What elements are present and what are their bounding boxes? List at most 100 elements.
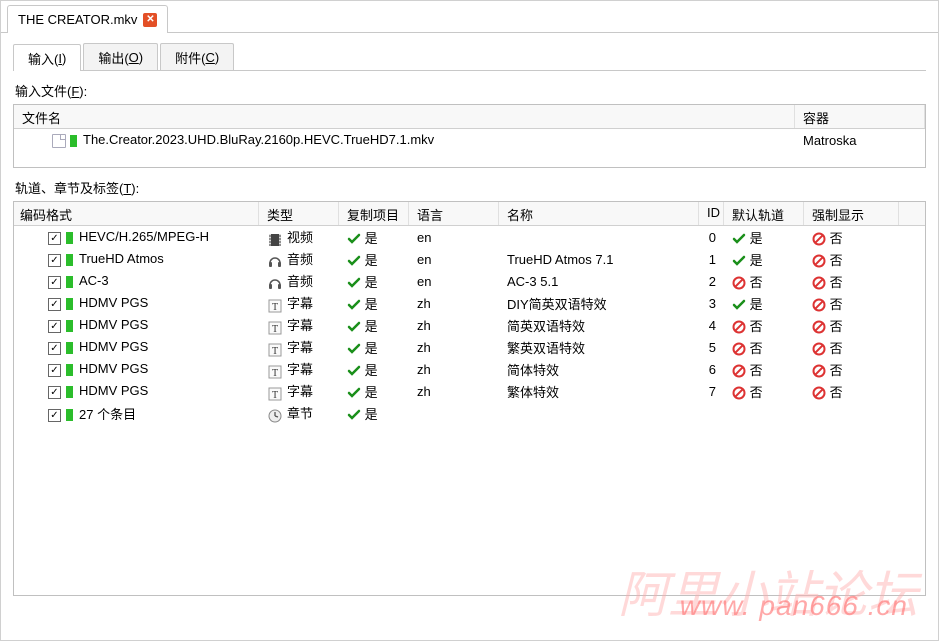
close-icon[interactable]: ✕ [143,13,157,27]
track-name: 繁英双语特效 [499,337,699,358]
track-type: 音频 [287,274,313,289]
no-icon [812,298,826,312]
track-forced: 否 [804,381,899,402]
track-row[interactable]: ✓HEVC/H.265/MPEG-H视频 是en0 是 否 [14,226,925,248]
col-force[interactable]: 强制显示 [804,202,899,225]
color-indicator [66,298,73,310]
track-name [499,236,699,238]
track-row[interactable]: ✓HDMV PGS字幕 是zh繁体特效7 否 否 [14,380,925,402]
input-files-grid-header: 文件名 容器 [14,105,925,129]
tab-output[interactable]: 输出(O) [83,43,158,70]
track-codec: HDMV PGS [79,317,148,332]
check-icon [732,299,746,311]
file-tab-title: THE CREATOR.mkv [18,12,137,27]
subtitle-icon [268,365,282,379]
check-icon [347,387,361,399]
color-indicator [66,276,73,288]
no-icon [812,276,826,290]
track-row[interactable]: ✓HDMV PGS字幕 是zh简体特效6 否 否 [14,358,925,380]
track-id: 7 [699,383,724,400]
track-type: 视频 [287,230,313,245]
track-id: 2 [699,273,724,290]
no-icon [732,386,746,400]
subtitle-icon [268,299,282,313]
check-icon [347,343,361,355]
track-lang: en [409,273,499,290]
track-forced: 否 [804,249,899,270]
track-lang [409,412,499,414]
tab-input[interactable]: 输入(I) [13,44,81,71]
track-forced: 否 [804,271,899,292]
no-icon [812,364,826,378]
track-default: 否 [724,315,804,336]
no-icon [812,232,826,246]
track-copy: 是 [339,249,409,270]
col-id[interactable]: ID [699,202,724,225]
track-codec: HDMV PGS [79,339,148,354]
track-checkbox[interactable]: ✓ [48,320,61,333]
col-type[interactable]: 类型 [259,202,339,225]
track-checkbox[interactable]: ✓ [48,409,61,422]
col-lang[interactable]: 语言 [409,202,499,225]
track-name [499,412,699,414]
track-checkbox[interactable]: ✓ [48,276,61,289]
track-default: 否 [724,381,804,402]
track-codec: AC-3 [79,273,109,288]
col-copy[interactable]: 复制项目 [339,202,409,225]
track-type: 字幕 [287,318,313,333]
no-icon [812,254,826,268]
track-type: 章节 [287,406,313,421]
check-icon [347,255,361,267]
color-indicator [66,342,73,354]
track-forced: 否 [804,359,899,380]
track-checkbox[interactable]: ✓ [48,298,61,311]
subtitle-icon [268,387,282,401]
main-panel: 输入(I) 输出(O) 附件(C) 输入文件(F): 文件名 容器 The.Cr… [1,33,938,640]
track-codec: HDMV PGS [79,295,148,310]
track-lang: zh [409,361,499,378]
track-row[interactable]: ✓AC-3音频 是enAC-3 5.12 否 否 [14,270,925,292]
check-icon [347,365,361,377]
no-icon [732,342,746,356]
check-icon [347,409,361,421]
color-indicator [70,135,77,147]
file-tab[interactable]: THE CREATOR.mkv ✕ [7,5,168,33]
no-icon [732,320,746,334]
video-icon [268,233,282,247]
track-checkbox[interactable]: ✓ [48,386,61,399]
color-indicator [66,232,73,244]
track-row[interactable]: ✓HDMV PGS字幕 是zhDIY简英双语特效3 是 否 [14,292,925,314]
track-codec: HDMV PGS [79,361,148,376]
track-id: 3 [699,295,724,312]
track-id: 5 [699,339,724,356]
col-def[interactable]: 默认轨道 [724,202,804,225]
col-codec[interactable]: 编码格式 [14,202,259,225]
check-icon [347,299,361,311]
track-codec: TrueHD Atmos [79,251,164,266]
track-lang: en [409,229,499,246]
color-indicator [66,386,73,398]
track-type: 字幕 [287,340,313,355]
track-default: 是 [724,293,804,314]
track-forced: 否 [804,337,899,358]
col-name[interactable]: 名称 [499,202,699,225]
track-checkbox[interactable]: ✓ [48,342,61,355]
track-copy: 是 [339,227,409,248]
track-copy: 是 [339,315,409,336]
track-row[interactable]: ✓HDMV PGS字幕 是zh繁英双语特效5 否 否 [14,336,925,358]
track-name: DIY简英双语特效 [499,293,699,314]
check-icon [732,233,746,245]
file-container: Matroska [795,132,925,149]
col-filename[interactable]: 文件名 [14,105,795,128]
subtitle-icon [268,321,282,335]
track-checkbox[interactable]: ✓ [48,232,61,245]
tab-attachments[interactable]: 附件(C) [160,43,234,70]
col-container[interactable]: 容器 [795,105,925,128]
track-checkbox[interactable]: ✓ [48,254,61,267]
track-row[interactable]: ✓HDMV PGS字幕 是zh简英双语特效4 否 否 [14,314,925,336]
track-checkbox[interactable]: ✓ [48,364,61,377]
track-row[interactable]: ✓27 个条目章节 是 [14,402,925,424]
file-row[interactable]: The.Creator.2023.UHD.BluRay.2160p.HEVC.T… [14,129,925,151]
track-row[interactable]: ✓TrueHD Atmos音频 是enTrueHD Atmos 7.11 是 否 [14,248,925,270]
track-id: 0 [699,229,724,246]
